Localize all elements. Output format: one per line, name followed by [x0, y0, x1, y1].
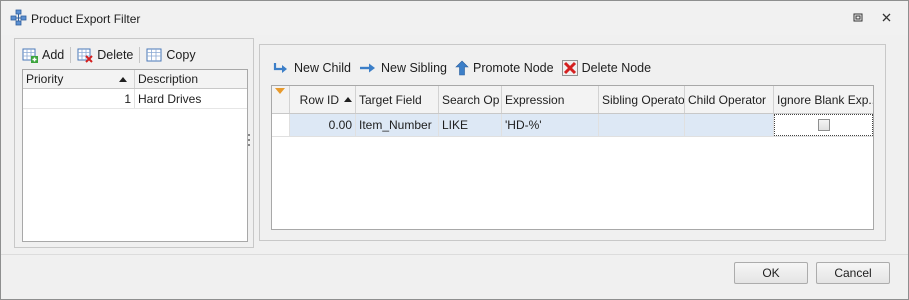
column-header-search-op[interactable]: Search Op: [439, 86, 502, 113]
column-header-description[interactable]: Description: [135, 70, 247, 88]
sibling-operator-cell[interactable]: [599, 114, 685, 136]
column-header-target-field[interactable]: Target Field: [356, 86, 439, 113]
grid-header: Priority Description: [23, 70, 247, 89]
delete-label: Delete: [97, 48, 134, 62]
grid-header: Row ID Target Field Search Op Expression…: [272, 86, 873, 114]
promote-node-button[interactable]: Promote Node: [452, 58, 557, 78]
row-indicator[interactable]: [272, 114, 290, 136]
new-sibling-button[interactable]: New Sibling: [356, 58, 450, 78]
promote-node-label: Promote Node: [472, 61, 554, 75]
priority-cell[interactable]: 1: [23, 89, 135, 108]
column-header-child-operator[interactable]: Child Operator: [685, 86, 774, 113]
column-header-ignore-blank[interactable]: Ignore Blank Exp...: [774, 86, 873, 113]
filter-tree-panel: New Child New Sibling Promote Node Delet…: [259, 44, 886, 241]
new-child-button[interactable]: New Child: [270, 58, 354, 78]
ok-button[interactable]: OK: [734, 262, 808, 284]
priority-panel: Add Delete Copy Priority Description 1 H…: [14, 38, 254, 248]
add-grid-icon: [22, 48, 38, 63]
ignore-blank-cell[interactable]: [774, 114, 873, 136]
search-op-cell[interactable]: LIKE: [439, 114, 502, 136]
filter-network-icon: [10, 9, 27, 26]
copy-grid-icon: [146, 48, 162, 62]
up-arrow-icon: [455, 60, 469, 76]
restore-icon[interactable]: [850, 11, 866, 25]
sort-ascending-icon: [119, 76, 127, 82]
expression-cell[interactable]: 'HD-%': [502, 114, 599, 136]
left-toolbar: Add Delete Copy: [19, 45, 199, 65]
delete-button[interactable]: Delete: [74, 45, 136, 65]
new-child-arrow-icon: [273, 63, 287, 73]
child-operator-cell[interactable]: [685, 114, 774, 136]
cancel-button[interactable]: Cancel: [816, 262, 890, 284]
column-header-sibling-operator[interactable]: Sibling Operator: [599, 86, 685, 113]
new-child-label: New Child: [294, 61, 351, 75]
column-header-expression[interactable]: Expression: [502, 86, 599, 113]
copy-label: Copy: [166, 48, 196, 62]
table-row[interactable]: 0.00 Item_Number LIKE 'HD-%': [272, 114, 873, 137]
filter-grid: Row ID Target Field Search Op Expression…: [271, 85, 874, 230]
row-id-cell[interactable]: 0.00: [290, 114, 356, 136]
close-icon[interactable]: [879, 11, 895, 25]
ignore-blank-checkbox[interactable]: [817, 119, 830, 131]
panel-splitter[interactable]: [247, 134, 251, 150]
target-field-cell[interactable]: Item_Number: [356, 114, 439, 136]
new-sibling-arrow-icon: [359, 63, 375, 73]
copy-button[interactable]: Copy: [143, 45, 198, 65]
description-cell[interactable]: Hard Drives: [135, 89, 247, 108]
delete-node-label: Delete Node: [581, 61, 652, 75]
window-title: Product Export Filter: [31, 12, 141, 26]
delete-node-button[interactable]: Delete Node: [559, 58, 655, 78]
column-header-row-id[interactable]: Row ID: [290, 86, 356, 113]
add-button[interactable]: Add: [19, 45, 67, 65]
product-export-filter-window: Product Export Filter Add Delete Copy Pr…: [0, 0, 909, 300]
toolbar-separator: [139, 47, 141, 63]
table-row[interactable]: 1 Hard Drives: [23, 89, 247, 109]
toolbar-separator: [70, 47, 72, 63]
delete-grid-icon: [77, 48, 93, 63]
new-sibling-label: New Sibling: [380, 61, 447, 75]
column-header-priority[interactable]: Priority: [23, 70, 135, 88]
sort-ascending-icon: [344, 97, 352, 102]
title-bar: Product Export Filter: [1, 1, 908, 35]
add-label: Add: [42, 48, 65, 62]
footer-divider: [1, 254, 908, 255]
right-toolbar: New Child New Sibling Promote Node Delet…: [270, 58, 654, 78]
red-x-icon: [561, 60, 578, 76]
column-chooser-icon[interactable]: [272, 86, 290, 113]
priority-grid: Priority Description 1 Hard Drives: [22, 69, 248, 242]
